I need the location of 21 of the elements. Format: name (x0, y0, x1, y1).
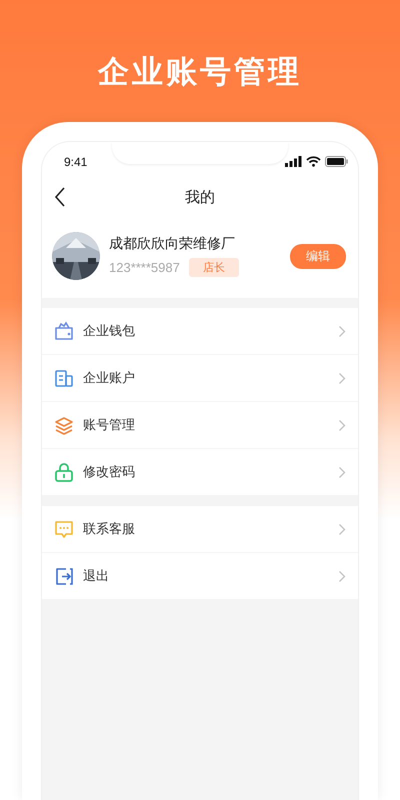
chevron-right-icon (338, 522, 346, 536)
headline: 企业账号管理 (98, 53, 302, 92)
wifi-icon (306, 156, 321, 166)
status-time: 9:41 (64, 154, 88, 169)
page-title: 我的 (185, 188, 215, 206)
phone-number: 123****5987 (109, 260, 180, 275)
lock-icon (53, 461, 75, 483)
document-icon (53, 367, 75, 389)
exit-icon (53, 565, 75, 587)
layers-icon (53, 414, 75, 436)
wallet-icon (53, 320, 75, 342)
chat-bubble-icon (53, 518, 75, 540)
battery-icon (325, 156, 348, 166)
chevron-right-icon (338, 570, 346, 582)
chevron-right-icon (338, 372, 346, 384)
signal-icon (285, 156, 302, 166)
role-tag: 店长 (188, 258, 239, 277)
chevron-right-icon (338, 418, 346, 432)
chevron-right-icon (338, 466, 346, 478)
company-name: 成都欣欣向荣维修厂 (109, 235, 236, 253)
chevron-right-icon (338, 324, 346, 338)
